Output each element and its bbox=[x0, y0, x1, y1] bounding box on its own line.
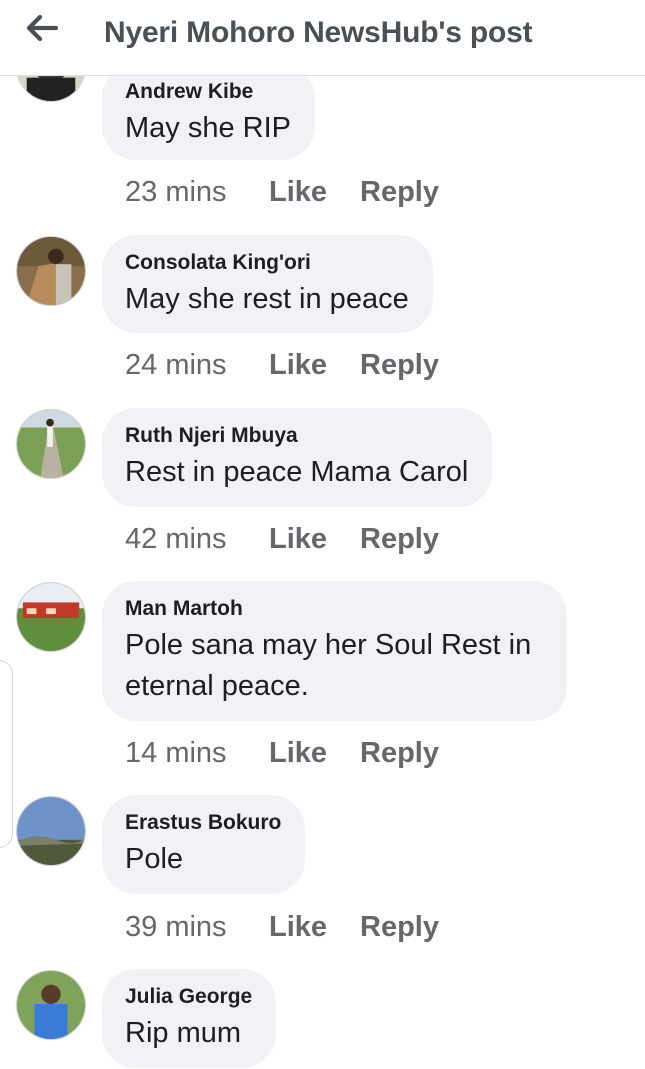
like-button[interactable]: Like bbox=[269, 175, 360, 209]
top-bar: Nyeri Mohoro NewsHub's post bbox=[0, 0, 645, 76]
reply-button[interactable]: Reply bbox=[360, 175, 439, 209]
comment-timestamp[interactable]: 14 mins bbox=[125, 736, 269, 770]
like-button[interactable]: Like bbox=[269, 348, 360, 382]
avatar[interactable] bbox=[16, 582, 86, 652]
comment-author[interactable]: Man Martoh bbox=[125, 597, 543, 621]
comment-author[interactable]: Consolata King'ori bbox=[125, 251, 409, 275]
comment-actions: 42 mins Like Reply bbox=[125, 522, 439, 556]
comment-actions: 23 mins Like Reply bbox=[125, 175, 439, 209]
comment-author[interactable]: Andrew Kibe bbox=[125, 80, 291, 104]
comment-actions: 39 mins Like Reply bbox=[125, 910, 439, 944]
comment-author[interactable]: Erastus Bokuro bbox=[125, 811, 281, 835]
comment-text: Rest in peace Mama Carol bbox=[125, 456, 469, 488]
back-arrow-icon bbox=[25, 13, 59, 48]
like-button[interactable]: Like bbox=[269, 736, 360, 770]
comment-text: Pole bbox=[125, 843, 184, 875]
avatar[interactable] bbox=[16, 796, 86, 866]
avatar[interactable] bbox=[16, 409, 86, 479]
reply-button[interactable]: Reply bbox=[360, 736, 439, 770]
reply-button[interactable]: Reply bbox=[360, 522, 439, 556]
reply-button[interactable]: Reply bbox=[360, 910, 439, 944]
comment-timestamp[interactable]: 23 mins bbox=[125, 175, 269, 209]
comment-bubble: Man Martoh Pole sana may her Soul Rest i… bbox=[102, 581, 567, 721]
comment-bubble: Andrew Kibe May she RIP bbox=[102, 64, 315, 160]
like-button[interactable]: Like bbox=[269, 522, 360, 556]
avatar[interactable] bbox=[16, 236, 86, 306]
comment-timestamp[interactable]: 42 mins bbox=[125, 522, 269, 556]
comment-bubble: Erastus Bokuro Pole bbox=[102, 795, 306, 894]
comment-actions: 24 mins Like Reply bbox=[125, 348, 439, 382]
comment-text: May she RIP bbox=[125, 112, 291, 144]
comment-author[interactable]: Julia George bbox=[125, 985, 252, 1009]
comment-actions: 14 mins Like Reply bbox=[125, 736, 439, 770]
comment-text: Rip mum bbox=[125, 1017, 242, 1049]
like-button[interactable]: Like bbox=[269, 910, 360, 944]
comment-bubble: Consolata King'ori May she rest in peace bbox=[102, 235, 433, 333]
avatar[interactable] bbox=[16, 970, 86, 1040]
comment-bubble: Julia George Rip mum bbox=[102, 969, 277, 1068]
comment-author[interactable]: Ruth Njeri Mbuya bbox=[125, 424, 468, 448]
reply-button[interactable]: Reply bbox=[360, 348, 439, 382]
comment-bubble: Ruth Njeri Mbuya Rest in peace Mama Caro… bbox=[102, 408, 493, 507]
page-title: Nyeri Mohoro NewsHub's post bbox=[104, 16, 533, 49]
back-button[interactable] bbox=[20, 10, 64, 50]
side-panel-edge[interactable] bbox=[0, 660, 13, 848]
comment-text: Pole sana may her Soul Rest in eternal p… bbox=[125, 629, 532, 702]
comment-timestamp[interactable]: 39 mins bbox=[125, 910, 269, 944]
comment-timestamp[interactable]: 24 mins bbox=[125, 348, 269, 382]
comment-text: May she rest in peace bbox=[125, 283, 409, 315]
